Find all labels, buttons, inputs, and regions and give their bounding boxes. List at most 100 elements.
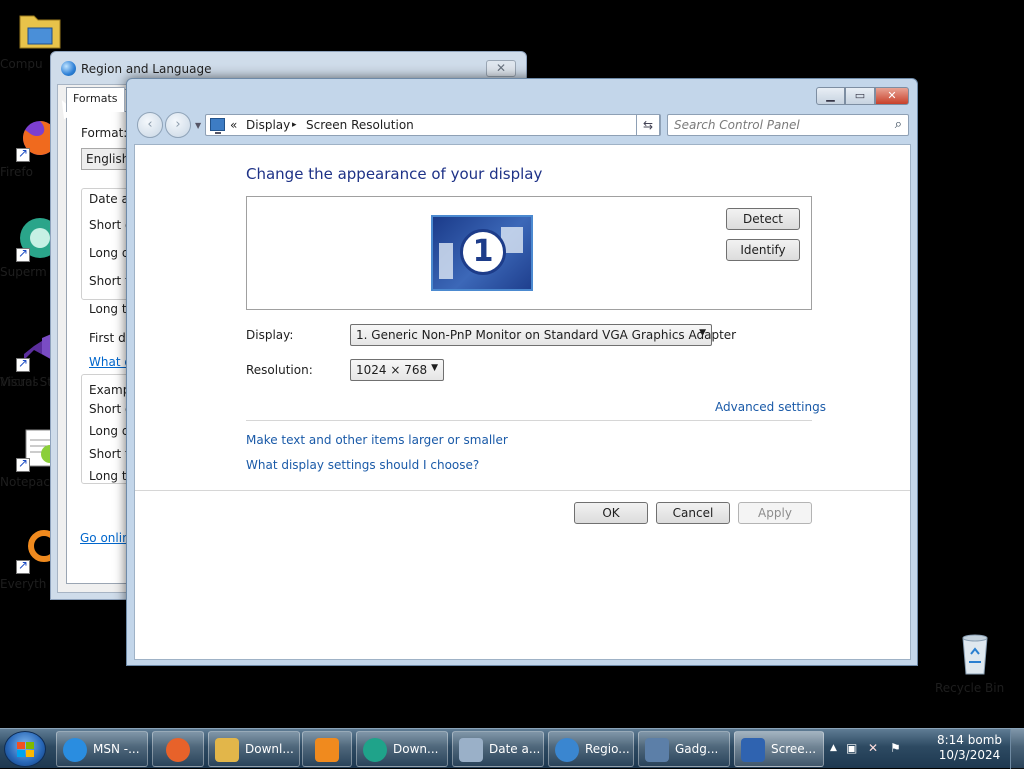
taskbar-item-label: Date a...: [489, 742, 541, 756]
cancel-button[interactable]: Cancel: [656, 502, 730, 524]
desktop-icon-label: Compu: [0, 57, 43, 71]
long-time-label: Long ti: [89, 302, 130, 316]
clock-date: 10/3/2024: [938, 748, 1001, 762]
desktop-icon-label: Superm: [0, 265, 47, 279]
windows-logo-icon: [17, 742, 35, 758]
start-button[interactable]: [4, 731, 46, 767]
resolution-select-value: 1024 × 768: [356, 363, 428, 377]
chevron-down-icon: ▼: [699, 328, 706, 338]
caption-buttons: ▁ ▭ ✕: [816, 87, 909, 105]
shortcut-arrow-icon: [16, 558, 30, 574]
globe-icon: [61, 61, 76, 76]
go-online-link[interactable]: Go onlin: [80, 531, 130, 545]
divider: [135, 490, 910, 491]
breadcrumb-separator-icon[interactable]: ▸: [292, 120, 297, 130]
forward-button[interactable]: ›: [165, 112, 191, 138]
search-placeholder: Search Control Panel: [674, 118, 800, 132]
taskbar-item-downloads-folder[interactable]: Downl...: [208, 731, 300, 767]
shortcut-arrow-icon: [16, 146, 30, 162]
taskbar: MSN -... Downl... Down... Date a... Regi…: [0, 728, 1024, 769]
search-icon[interactable]: ⌕: [895, 117, 902, 132]
resolution-label: Resolution:: [246, 363, 313, 377]
taskbar-item-screen-resolution[interactable]: Scree...: [734, 731, 824, 767]
recycle-bin-icon: [951, 630, 999, 678]
window-glyph: [439, 243, 453, 279]
taskbar-item-media-player[interactable]: [302, 731, 352, 767]
address-bar[interactable]: « Display ▸ Screen Resolution ▼: [205, 114, 661, 136]
folder-icon: [215, 738, 239, 762]
advanced-settings-link[interactable]: Advanced settings: [715, 400, 826, 414]
breadcrumb-screen-resolution[interactable]: Screen Resolution: [306, 118, 414, 132]
supermium-icon: [363, 738, 387, 762]
volume-muted-icon[interactable]: ✕: [868, 741, 878, 755]
desktop-icon-label-line2: Visual St: [0, 375, 52, 389]
taskbar-item-region[interactable]: Regio...: [548, 731, 634, 767]
internet-explorer-icon: [63, 738, 87, 762]
back-button[interactable]: ‹: [137, 112, 163, 138]
show-hidden-icons-icon[interactable]: ▲: [830, 743, 837, 753]
network-icon[interactable]: ▣: [846, 741, 857, 755]
taskbar-item-label: Down...: [393, 742, 439, 756]
detect-button[interactable]: Detect: [726, 208, 800, 230]
taskbar-item-label: MSN -...: [93, 742, 140, 756]
taskbar-item-date-time[interactable]: Date a...: [452, 731, 544, 767]
screen-resolution-window: ▁ ▭ ✕ ‹ › ▼ « Display ▸ Screen Resolutio…: [126, 78, 918, 666]
display-label: Display:: [246, 328, 294, 342]
maximize-button[interactable]: ▭: [845, 87, 875, 105]
desktop-icon-label: Recycle Bin: [935, 681, 1005, 695]
system-tray: ▲ ▣ ✕ ⚑ 8:14 bomb 10/3/2024: [824, 729, 1024, 769]
identify-button[interactable]: Identify: [726, 239, 800, 261]
display-icon: [210, 118, 225, 134]
taskbar-item-label: Gadg...: [675, 742, 719, 756]
refresh-button[interactable]: ⇆: [636, 114, 660, 136]
taskbar-item-supermium-downloads[interactable]: Down...: [356, 731, 448, 767]
desktop-icon-recycle-bin[interactable]: Recycle Bin: [935, 630, 1015, 695]
example-long-time: Long ti: [89, 469, 130, 483]
shortcut-arrow-icon: [16, 246, 30, 262]
divider: [246, 420, 812, 421]
shortcut-arrow-icon: [16, 356, 30, 372]
monitor-1-icon[interactable]: 1: [431, 215, 533, 291]
action-center-flag-icon[interactable]: ⚑: [890, 741, 901, 755]
breadcrumb-display[interactable]: Display: [246, 118, 290, 132]
minimize-button[interactable]: ▁: [816, 87, 845, 105]
globe-icon: [555, 738, 579, 762]
example-long-date: Long d: [89, 424, 130, 438]
ok-button[interactable]: OK: [574, 502, 648, 524]
display-icon: [741, 738, 765, 762]
monitor-preview-box: 1 Detect Identify: [246, 196, 812, 310]
desktop-icon-label: Firefo: [0, 165, 33, 179]
text-size-link[interactable]: Make text and other items larger or smal…: [246, 433, 508, 447]
taskbar-item-firefox[interactable]: [152, 731, 204, 767]
clock[interactable]: 8:14 bomb 10/3/2024: [937, 733, 1002, 763]
content-area: Change the appearance of your display 1 …: [134, 144, 911, 660]
display-select-value: 1. Generic Non-PnP Monitor on Standard V…: [356, 328, 737, 342]
firefox-icon: [166, 738, 190, 762]
desktop-icon-label: Everyth: [0, 577, 47, 591]
page-title: Change the appearance of your display: [246, 165, 543, 183]
clock-time: 8:14 bomb: [936, 733, 1002, 747]
taskbar-item-msn[interactable]: MSN -...: [56, 731, 148, 767]
format-label: Format:: [81, 126, 128, 140]
recent-pages-dropdown-icon[interactable]: ▼: [195, 121, 201, 130]
desktop-icon-computer[interactable]: Compu: [0, 6, 80, 71]
calendar-clock-icon: [459, 738, 483, 762]
taskbar-item-gadgets[interactable]: Gadg...: [638, 731, 730, 767]
search-input[interactable]: Search Control Panel ⌕: [667, 114, 909, 136]
desktop-icon-label: Notepac: [0, 475, 50, 489]
taskbar-item-label: Downl...: [245, 742, 294, 756]
taskbar-item-label: Scree...: [771, 742, 817, 756]
breadcrumb-overflow[interactable]: «: [230, 118, 237, 132]
display-settings-help-link[interactable]: What display settings should I choose?: [246, 458, 479, 472]
tab-formats[interactable]: Formats: [66, 87, 125, 112]
apply-button[interactable]: Apply: [738, 502, 812, 524]
resolution-select[interactable]: 1024 × 768 ▼: [350, 359, 444, 381]
gadgets-icon: [645, 738, 669, 762]
display-select[interactable]: 1. Generic Non-PnP Monitor on Standard V…: [350, 324, 736, 346]
show-desktop-button[interactable]: [1010, 729, 1024, 769]
close-button[interactable]: ✕: [486, 60, 516, 77]
close-button[interactable]: ✕: [875, 87, 909, 105]
taskbar-item-label: Regio...: [585, 742, 630, 756]
media-player-icon: [315, 738, 339, 762]
chevron-down-icon: ▼: [431, 363, 438, 373]
